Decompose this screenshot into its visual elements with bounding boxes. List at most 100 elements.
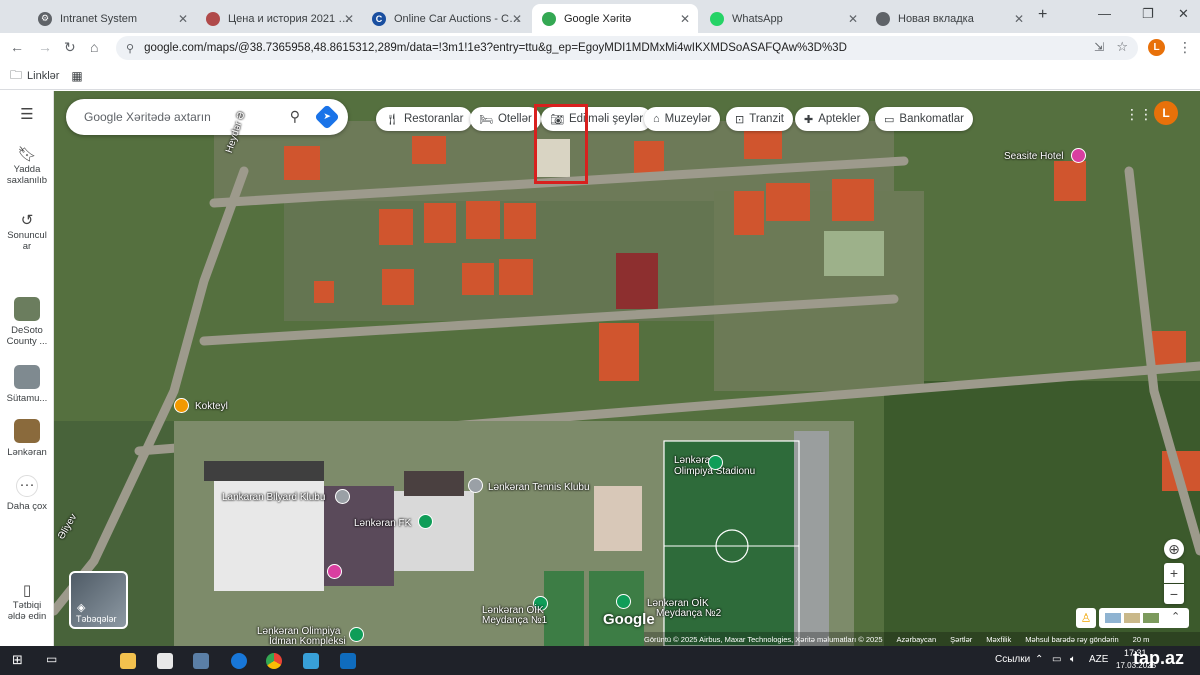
stadium-pin-icon[interactable]: [349, 627, 364, 642]
terrain-thumbnail[interactable]: [1124, 613, 1140, 623]
chevron-up-icon[interactable]: ⌃: [1035, 654, 1043, 665]
tab-google-maps[interactable]: Google Xəritə ✕: [532, 4, 698, 33]
outlook-icon[interactable]: [340, 653, 356, 669]
close-icon[interactable]: ✕: [680, 12, 690, 26]
tab-intranet[interactable]: ⚙ Intranet System ✕: [28, 4, 196, 33]
close-icon[interactable]: ✕: [848, 12, 858, 26]
place-label-bilyard[interactable]: Lankaran Bilyard Klubu: [222, 492, 325, 503]
place-label-oik1-b[interactable]: Meydança №1: [482, 615, 547, 626]
tab-strip: ⚙ Intranet System ✕ Цена и история 2021 …: [0, 0, 1200, 33]
layers-label: Təbəqələr: [76, 614, 117, 624]
home-icon[interactable]: ⌂: [90, 39, 98, 55]
tray-links[interactable]: Ссылки: [995, 654, 1030, 665]
shopping-pin-icon[interactable]: [327, 564, 342, 579]
restore-icon[interactable]: ❐: [1142, 6, 1154, 22]
search-box[interactable]: Google Xəritədə axtarın ⚲ ➤: [66, 99, 348, 135]
language-indicator[interactable]: AZE: [1089, 654, 1108, 665]
globe-icon: [876, 11, 890, 26]
zoom-out-button[interactable]: −: [1164, 584, 1184, 604]
close-icon[interactable]: ✕: [1014, 12, 1024, 26]
install-icon[interactable]: ⇲: [1094, 40, 1104, 54]
satellite-thumbnail[interactable]: [1143, 613, 1159, 623]
stadium-pin-icon[interactable]: [708, 455, 723, 470]
imagery-thumbnails[interactable]: ⌃: [1099, 608, 1189, 628]
maps-profile-avatar[interactable]: L: [1154, 101, 1178, 125]
directions-icon[interactable]: ➤: [314, 104, 340, 130]
tab-honda[interactable]: Цена и история 2021 Hond ✕: [196, 4, 362, 33]
terms-link[interactable]: Şərtlər: [950, 635, 972, 644]
place-pin-icon[interactable]: [468, 478, 483, 493]
chevron-up-icon[interactable]: ⌃: [1171, 610, 1180, 623]
place-label-kokteyl[interactable]: Kokteyl: [195, 401, 228, 412]
cocktail-pin-icon[interactable]: [174, 398, 189, 413]
gear-icon: ⚙: [38, 11, 52, 26]
rail-recent-label-1: Sonuncul: [7, 230, 47, 241]
close-icon[interactable]: ✕: [344, 12, 354, 26]
windows-start-icon[interactable]: ⊞: [12, 652, 23, 668]
place-label-complex-b[interactable]: İdman Kompleksi: [269, 636, 346, 646]
edge-icon[interactable]: [231, 653, 247, 669]
file-explorer-icon[interactable]: [120, 653, 136, 669]
chip-hotels[interactable]: 🛏︎ Otellər: [470, 107, 541, 131]
stadium-pin-icon[interactable]: [616, 594, 631, 609]
place-label-oik2-b[interactable]: Meydança №2: [656, 608, 721, 619]
place-thumbnail: [14, 365, 40, 389]
apps-grid-icon[interactable]: ▦: [71, 69, 82, 83]
close-window-icon[interactable]: ✕: [1178, 6, 1189, 22]
rail-place-sutamu[interactable]: Sütamu...: [0, 365, 54, 404]
zoom-in-button[interactable]: +: [1164, 563, 1184, 583]
place-label-seaside[interactable]: Seasite Hotel: [1004, 151, 1063, 162]
close-icon[interactable]: ✕: [178, 12, 188, 26]
minimize-icon[interactable]: —: [1098, 6, 1111, 21]
rail-saved[interactable]: 🔖︎ Yadda saxlanılıb: [0, 147, 54, 186]
privacy-link[interactable]: Məxfilik: [986, 635, 1011, 644]
stadium-pin-icon[interactable]: [418, 514, 433, 529]
rail-place-lankaran[interactable]: Lənkəran: [0, 419, 54, 458]
reload-icon[interactable]: ↻: [64, 39, 76, 56]
task-view-icon[interactable]: ▭: [46, 652, 57, 666]
search-icon[interactable]: ⚲: [290, 108, 300, 125]
chip-pharmacies[interactable]: ✚ Aptekler: [795, 107, 870, 131]
tab-copart[interactable]: C Online Car Auctions - Copar ✕: [362, 4, 530, 33]
menu-button[interactable]: ☰: [0, 107, 54, 124]
globe-thumbnail[interactable]: [1105, 613, 1121, 623]
chip-transit[interactable]: ⊡ Tranzit: [726, 107, 793, 131]
satellite-map[interactable]: Google Xəritədə axtarın ⚲ ➤ 🍴︎ Restoranla…: [54, 91, 1200, 646]
place-pin-icon[interactable]: [335, 489, 350, 504]
site-info-icon[interactable]: ⚲: [126, 42, 134, 55]
my-location-icon[interactable]: ⊕: [1164, 539, 1184, 559]
menu-kebab-icon[interactable]: ⋮: [1178, 39, 1192, 56]
bookmark-star-icon[interactable]: ☆: [1116, 39, 1128, 55]
address-bar[interactable]: ⚲ google.com/maps/@38.7365958,48.8615312…: [116, 36, 1138, 60]
back-icon[interactable]: ←: [10, 39, 24, 55]
tab-new[interactable]: Новая вкладка ✕: [866, 4, 1032, 33]
new-tab-icon[interactable]: +: [1038, 6, 1047, 24]
place-label-tennis[interactable]: Lənkəran Tennis Klubu: [488, 482, 590, 493]
rail-place-desoto[interactable]: DeSoto County ...: [0, 297, 54, 347]
layers-button[interactable]: ◈ Təbəqələr: [69, 571, 128, 629]
chip-restaurants[interactable]: 🍴︎ Restoranlar: [376, 107, 473, 131]
chip-atms[interactable]: ▭ Bankomatlar: [875, 107, 973, 131]
mail-icon[interactable]: [157, 653, 173, 669]
rail-more-label: Daha çox: [6, 501, 48, 512]
tapaz-watermark: tap.az: [1133, 648, 1185, 668]
close-icon[interactable]: ✕: [512, 12, 522, 26]
country-label[interactable]: Azərbaycan: [897, 635, 937, 644]
pegman-icon[interactable]: ♙: [1076, 608, 1096, 628]
profile-avatar[interactable]: L: [1148, 39, 1165, 56]
bookmark-links[interactable]: Linklər: [27, 70, 59, 82]
forward-icon[interactable]: →: [38, 39, 52, 55]
rail-more[interactable]: ··· Daha çox: [0, 475, 54, 512]
snipping-tool-icon[interactable]: [303, 653, 319, 669]
network-icon[interactable]: ▭: [1052, 654, 1061, 665]
place-label-fk[interactable]: Lənkəran FK: [354, 518, 411, 529]
rail-recent[interactable]: ↺ Sonuncul ar: [0, 213, 54, 252]
chrome-icon[interactable]: [266, 653, 282, 669]
feedback-link[interactable]: Məhsul barədə rəy göndərin: [1025, 635, 1118, 644]
chip-museums[interactable]: ⌂ Muzeylər: [644, 107, 721, 131]
network-app-icon[interactable]: [193, 653, 209, 669]
hotel-pin-icon[interactable]: [1071, 148, 1086, 163]
tab-whatsapp[interactable]: WhatsApp ✕: [700, 4, 866, 33]
rail-get-app[interactable]: ▯ Tətbiqi əldə edin: [0, 583, 54, 622]
volume-icon[interactable]: 🔈︎: [1070, 654, 1076, 665]
